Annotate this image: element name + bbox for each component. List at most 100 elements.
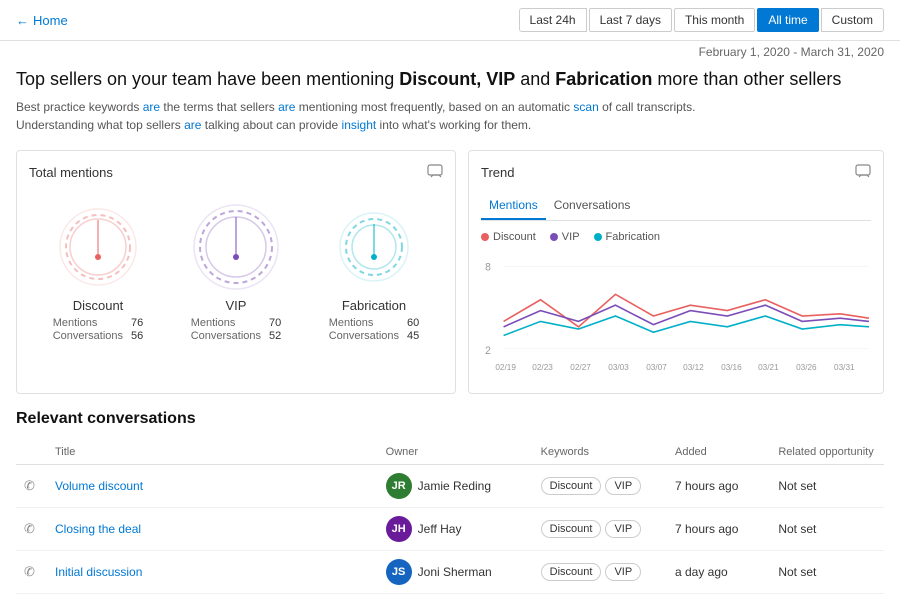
row-title-2[interactable]: Closing the deal — [47, 508, 378, 551]
row-title-1[interactable]: Volume discount — [47, 465, 378, 508]
row-added-1: 7 hours ago — [667, 465, 770, 508]
keyword-discount: Discount, VIP — [399, 69, 515, 89]
date-range: February 1, 2020 - March 31, 2020 — [0, 41, 900, 63]
table-row: ✆ Volume discount JR Jamie Reding Discou… — [16, 465, 884, 508]
card-title-mentions: Total mentions — [29, 163, 443, 182]
filter-last24h[interactable]: Last 24h — [519, 8, 587, 32]
legend-fabrication: Fabrication — [594, 231, 660, 243]
svg-text:03/21: 03/21 — [758, 362, 779, 372]
legend-vip: VIP — [550, 231, 580, 243]
owner-name-1: Jamie Reding — [418, 479, 491, 493]
circles-row: Discount Mentions76 Conversations56 VIP — [29, 194, 443, 350]
col-header-title: Title — [47, 440, 378, 465]
keyword-fabrication: Fabrication — [555, 69, 652, 89]
avatar-jr: JR — [386, 473, 412, 499]
time-filter-group: Last 24h Last 7 days This month All time… — [519, 8, 884, 32]
avatar-jh: JH — [386, 516, 412, 542]
keyword-badge: VIP — [605, 477, 641, 495]
link-are3[interactable]: are — [184, 118, 201, 132]
svg-text:02/27: 02/27 — [570, 362, 591, 372]
owner-name-3: Joni Sherman — [418, 565, 492, 579]
trend-card-icon — [855, 163, 871, 182]
filter-alltime[interactable]: All time — [757, 8, 818, 32]
trend-legend: Discount VIP Fabrication — [481, 231, 871, 243]
row-icon-1: ✆ — [16, 465, 47, 508]
total-mentions-card: Total mentions Discount Mentions76 C — [16, 150, 456, 394]
circle-discount: Discount Mentions76 Conversations56 — [53, 202, 144, 342]
row-keywords-3: Discount VIP — [533, 551, 667, 594]
col-header-owner: Owner — [378, 440, 533, 465]
row-related-3: Not set — [770, 551, 884, 594]
svg-text:03/16: 03/16 — [721, 362, 742, 372]
mentions-card-icon — [427, 163, 443, 182]
link-insight[interactable]: insight — [342, 118, 377, 132]
phone-icon: ✆ — [24, 564, 35, 579]
avatar-js: JS — [386, 559, 412, 585]
row-icon-3: ✆ — [16, 551, 47, 594]
svg-text:03/07: 03/07 — [646, 362, 667, 372]
table-header-row: Title Owner Keywords Added Related oppor… — [16, 440, 884, 465]
circle-vip: VIP Mentions70 Conversations52 — [191, 202, 282, 342]
row-related-2: Not set — [770, 508, 884, 551]
col-header-keywords: Keywords — [533, 440, 667, 465]
legend-label-vip: VIP — [562, 231, 580, 243]
row-icon-2: ✆ — [16, 508, 47, 551]
discount-label: Discount — [73, 298, 124, 313]
legend-dot-vip — [550, 233, 558, 241]
fabrication-stats: Mentions60 Conversations45 — [329, 317, 420, 342]
filter-thismonth[interactable]: This month — [674, 8, 755, 32]
row-related-1: Not set — [770, 465, 884, 508]
link-scan[interactable]: scan — [573, 100, 598, 114]
row-added-2: 7 hours ago — [667, 508, 770, 551]
tab-conversations[interactable]: Conversations — [546, 194, 639, 220]
vip-label: VIP — [226, 298, 247, 313]
circle-fabrication: Fabrication Mentions60 Conversations45 — [329, 202, 420, 342]
link-are2[interactable]: are — [278, 100, 295, 114]
total-mentions-label: Total mentions — [29, 165, 113, 180]
fabrication-label: Fabrication — [342, 298, 406, 313]
col-header-related: Related opportunity — [770, 440, 884, 465]
home-link[interactable]: Home — [33, 13, 68, 28]
row-keywords-2: Discount VIP — [533, 508, 667, 551]
conversations-table: Title Owner Keywords Added Related oppor… — [16, 440, 884, 594]
keyword-badge: VIP — [605, 520, 641, 538]
title-and: and — [515, 69, 555, 89]
tab-mentions[interactable]: Mentions — [481, 194, 546, 220]
back-arrow-icon: ← — [16, 13, 29, 28]
svg-text:03/26: 03/26 — [796, 362, 817, 372]
keyword-badge: Discount — [541, 477, 602, 495]
svg-text:02/23: 02/23 — [532, 362, 553, 372]
trend-tabs: Mentions Conversations — [481, 194, 871, 221]
row-owner-1: JR Jamie Reding — [378, 465, 533, 508]
breadcrumb: ← Home — [16, 13, 68, 28]
subtitle: Best practice keywords are the terms tha… — [16, 98, 884, 134]
svg-text:8: 8 — [485, 261, 491, 273]
filter-custom[interactable]: Custom — [821, 8, 884, 32]
subtitle-line1: Best practice keywords are the terms tha… — [16, 98, 884, 116]
conversations-title: Relevant conversations — [16, 410, 884, 428]
row-owner-2: JH Jeff Hay — [378, 508, 533, 551]
conversations-section: Relevant conversations Title Owner Keywo… — [0, 394, 900, 594]
trend-label: Trend — [481, 165, 514, 180]
row-title-3[interactable]: Initial discussion — [47, 551, 378, 594]
vip-stats: Mentions70 Conversations52 — [191, 317, 282, 342]
filter-last7days[interactable]: Last 7 days — [589, 8, 672, 32]
title-prefix: Top sellers on your team have been menti… — [16, 69, 399, 89]
svg-text:03/12: 03/12 — [683, 362, 704, 372]
svg-text:03/31: 03/31 — [834, 362, 855, 372]
col-header-icon — [16, 440, 47, 465]
keyword-badge: Discount — [541, 563, 602, 581]
legend-dot-fabrication — [594, 233, 602, 241]
title-section: Top sellers on your team have been menti… — [0, 63, 900, 142]
svg-text:03/03: 03/03 — [608, 362, 629, 372]
cards-row: Total mentions Discount Mentions76 C — [0, 150, 900, 394]
subtitle-line2: Understanding what top sellers are talki… — [16, 116, 884, 134]
legend-dot-discount — [481, 233, 489, 241]
owner-name-2: Jeff Hay — [418, 522, 462, 536]
link-are[interactable]: are — [143, 100, 160, 114]
keyword-badge: Discount — [541, 520, 602, 538]
card-title-trend: Trend — [481, 163, 871, 182]
table-row: ✆ Initial discussion JS Joni Sherman Dis… — [16, 551, 884, 594]
svg-text:02/19: 02/19 — [495, 362, 516, 372]
row-keywords-1: Discount VIP — [533, 465, 667, 508]
